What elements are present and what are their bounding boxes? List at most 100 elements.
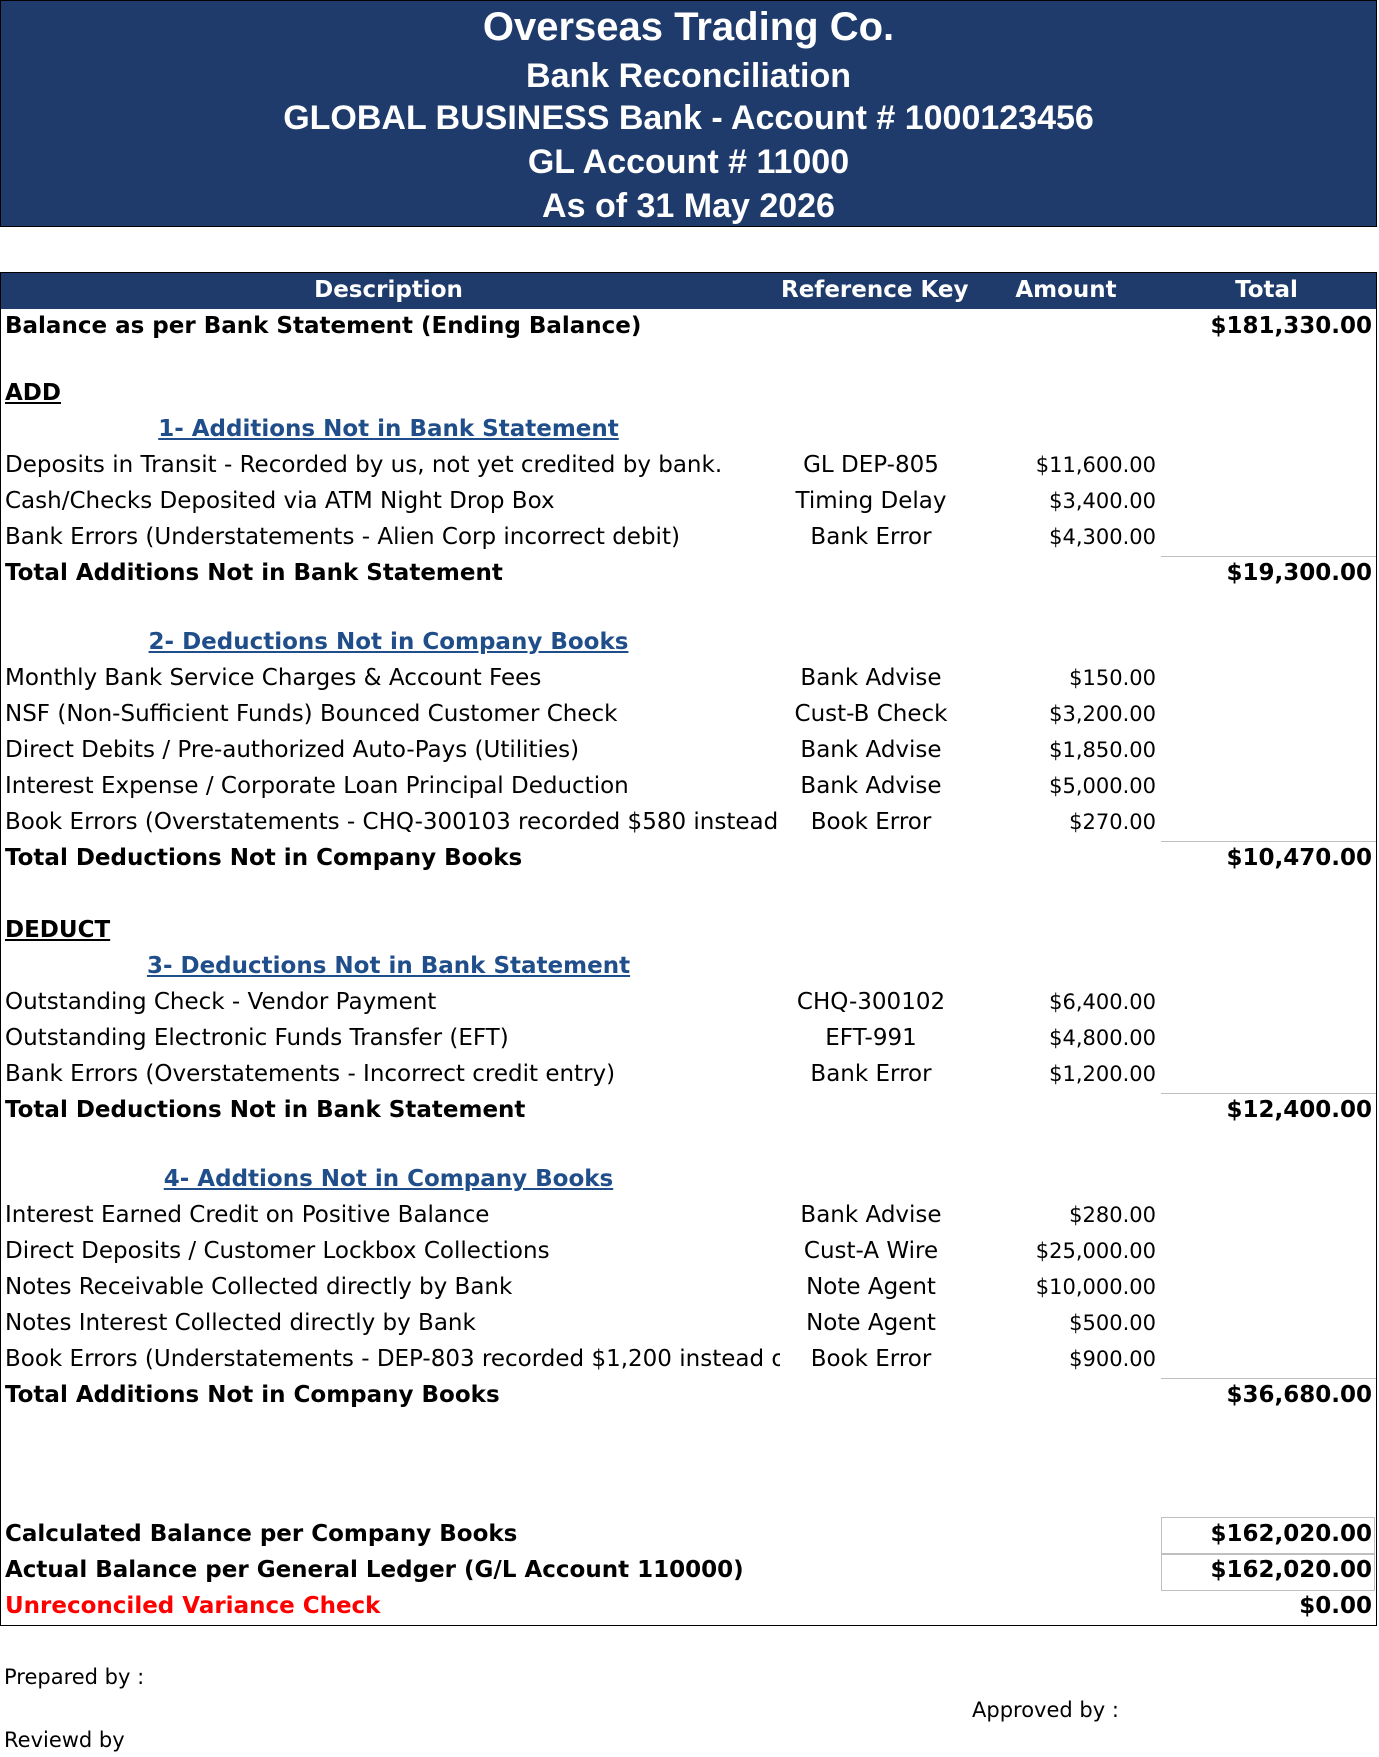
item-description: Interest Expense / Corporate Loan Princi… [5,773,629,799]
column-header-total: Total [1235,277,1298,303]
section-3-title: 3- Deductions Not in Bank Statement [1,949,1376,985]
variance-row: Unreconciled Variance Check $0.00 [1,1589,1376,1625]
item-amount: $500.00 [1069,1311,1156,1335]
item-reference: Note Agent [806,1310,936,1336]
item-description: Interest Earned Credit on Positive Balan… [5,1202,490,1228]
bank-balance-label: Balance as per Bank Statement (Ending Ba… [5,313,642,339]
table-row: Book Errors (Understatements - DEP-803 r… [1,1342,1376,1378]
section-title: 4- Addtions Not in Company Books [163,1166,614,1192]
calculated-balance: $162,020.00 [1210,1521,1372,1547]
item-reference: EFT-991 [825,1025,917,1051]
reviewed-by-label: Reviewd by [4,1728,125,1752]
actual-balance-row: Actual Balance per General Ledger (G/L A… [1,1553,1376,1589]
item-reference: Book Error [810,809,932,835]
actual-balance: $162,020.00 [1210,1557,1372,1583]
item-reference: Bank Advise [800,1202,942,1228]
item-description: Monthly Bank Service Charges & Account F… [5,665,542,691]
item-amount: $270.00 [1069,810,1156,834]
calculated-balance-label: Calculated Balance per Company Books [5,1521,518,1547]
table-row: Notes Interest Collected directly by Ban… [1,1306,1376,1342]
calculated-balance-row: Calculated Balance per Company Books $16… [1,1517,1376,1553]
as-of-date: As of 31 May 2026 [542,187,835,225]
section-total: $10,470.00 [1226,845,1372,871]
item-description: Cash/Checks Deposited via ATM Night Drop… [5,488,555,514]
section-total-label: Total Additions Not in Company Books [5,1382,500,1408]
report-header: Overseas Trading Co. Bank Reconciliation… [0,0,1377,227]
table-row: Interest Expense / Corporate Loan Princi… [1,769,1376,805]
item-amount: $1,850.00 [1049,738,1156,762]
item-description: Direct Debits / Pre-authorized Auto-Pays… [5,737,580,763]
item-reference: GL DEP-805 [803,452,939,478]
table-row: Bank Errors (Understatements - Alien Cor… [1,520,1376,556]
company-name: Overseas Trading Co. [482,5,895,49]
item-amount: $900.00 [1069,1347,1156,1371]
item-description: Outstanding Electronic Funds Transfer (E… [5,1025,509,1051]
table-row: Direct Debits / Pre-authorized Auto-Pays… [1,733,1376,769]
table-row: Outstanding Check - Vendor Payment CHQ-3… [1,985,1376,1021]
variance-value: $0.00 [1299,1593,1372,1619]
item-description: Book Errors (Understatements - DEP-803 r… [5,1346,780,1372]
item-amount: $4,300.00 [1049,525,1156,549]
item-reference: Cust-A Wire [803,1238,939,1264]
item-amount: $11,600.00 [1035,453,1156,477]
item-reference: Cust-B Check [794,701,948,727]
prepared-by-label: Prepared by : [4,1665,145,1689]
deduct-label: DEDUCT [5,917,111,943]
item-amount: $3,400.00 [1049,489,1156,513]
table-row: Book Errors (Overstatements - CHQ-300103… [1,805,1376,841]
table-row: Cash/Checks Deposited via ATM Night Drop… [1,484,1376,520]
table-header: Description Reference Key Amount Total [1,273,1376,309]
bank-balance-row: Balance as per Bank Statement (Ending Ba… [1,309,1376,345]
bank-account: GLOBAL BUSINESS Bank - Account # 1000123… [283,99,1094,137]
section-total: $36,680.00 [1226,1382,1372,1408]
section-title: 2- Deductions Not in Company Books [148,629,629,655]
table-row: Bank Errors (Overstatements - Incorrect … [1,1057,1376,1093]
item-amount: $150.00 [1069,666,1156,690]
item-reference: Book Error [810,1346,932,1372]
column-header-reference: Reference Key [781,277,969,303]
section-title: 3- Deductions Not in Bank Statement [146,953,631,979]
section-1-title: 1- Additions Not in Bank Statement [1,412,1376,448]
report-title: Bank Reconciliation [526,57,851,95]
table-row: Outstanding Electronic Funds Transfer (E… [1,1021,1376,1057]
section-1-total-row: Total Additions Not in Bank Statement $1… [1,556,1376,592]
section-3-total-row: Total Deductions Not in Bank Statement $… [1,1093,1376,1129]
item-description: Direct Deposits / Customer Lockbox Colle… [5,1238,550,1264]
item-description: Book Errors (Overstatements - CHQ-300103… [5,809,780,835]
item-amount: $3,200.00 [1049,702,1156,726]
item-amount: $10,000.00 [1035,1275,1156,1299]
table-row: Deposits in Transit - Recorded by us, no… [1,448,1376,484]
item-description: Deposits in Transit - Recorded by us, no… [5,452,723,478]
item-reference: Timing Delay [795,488,947,514]
item-description: Bank Errors (Overstatements - Incorrect … [5,1061,616,1087]
actual-balance-label: Actual Balance per General Ledger (G/L A… [5,1557,744,1583]
approved-by-label: Approved by : [972,1698,1119,1722]
item-description: Notes Interest Collected directly by Ban… [5,1310,476,1336]
section-4-total-row: Total Additions Not in Company Books $36… [1,1378,1376,1414]
reconciliation-table: Description Reference Key Amount Total B… [0,272,1377,1626]
item-description: Outstanding Check - Vendor Payment [5,989,437,1015]
item-reference: Bank Error [810,1061,932,1087]
item-amount: $5,000.00 [1049,774,1156,798]
item-description: NSF (Non-Sufficient Funds) Bounced Custo… [5,701,618,727]
item-reference: Bank Advise [800,665,942,691]
gl-account: GL Account # 11000 [527,143,850,181]
column-header-amount: Amount [1015,277,1117,303]
section-2-title: 2- Deductions Not in Company Books [1,625,1376,661]
section-total-label: Total Deductions Not in Company Books [5,845,523,871]
item-reference: Bank Advise [800,773,942,799]
item-description: Bank Errors (Understatements - Alien Cor… [5,524,680,550]
table-row: Monthly Bank Service Charges & Account F… [1,661,1376,697]
section-2-total-row: Total Deductions Not in Company Books $1… [1,841,1376,877]
section-4-title: 4- Addtions Not in Company Books [1,1162,1376,1198]
table-row: Direct Deposits / Customer Lockbox Colle… [1,1234,1376,1270]
item-reference: Note Agent [806,1274,936,1300]
item-reference: Bank Advise [800,737,942,763]
table-row: Notes Receivable Collected directly by B… [1,1270,1376,1306]
item-reference: CHQ-300102 [796,989,946,1015]
add-heading: ADD [1,376,1376,412]
column-header-description: Description [314,277,463,303]
variance-label: Unreconciled Variance Check [5,1593,381,1619]
table-row: NSF (Non-Sufficient Funds) Bounced Custo… [1,697,1376,733]
section-total-label: Total Additions Not in Bank Statement [5,560,503,586]
